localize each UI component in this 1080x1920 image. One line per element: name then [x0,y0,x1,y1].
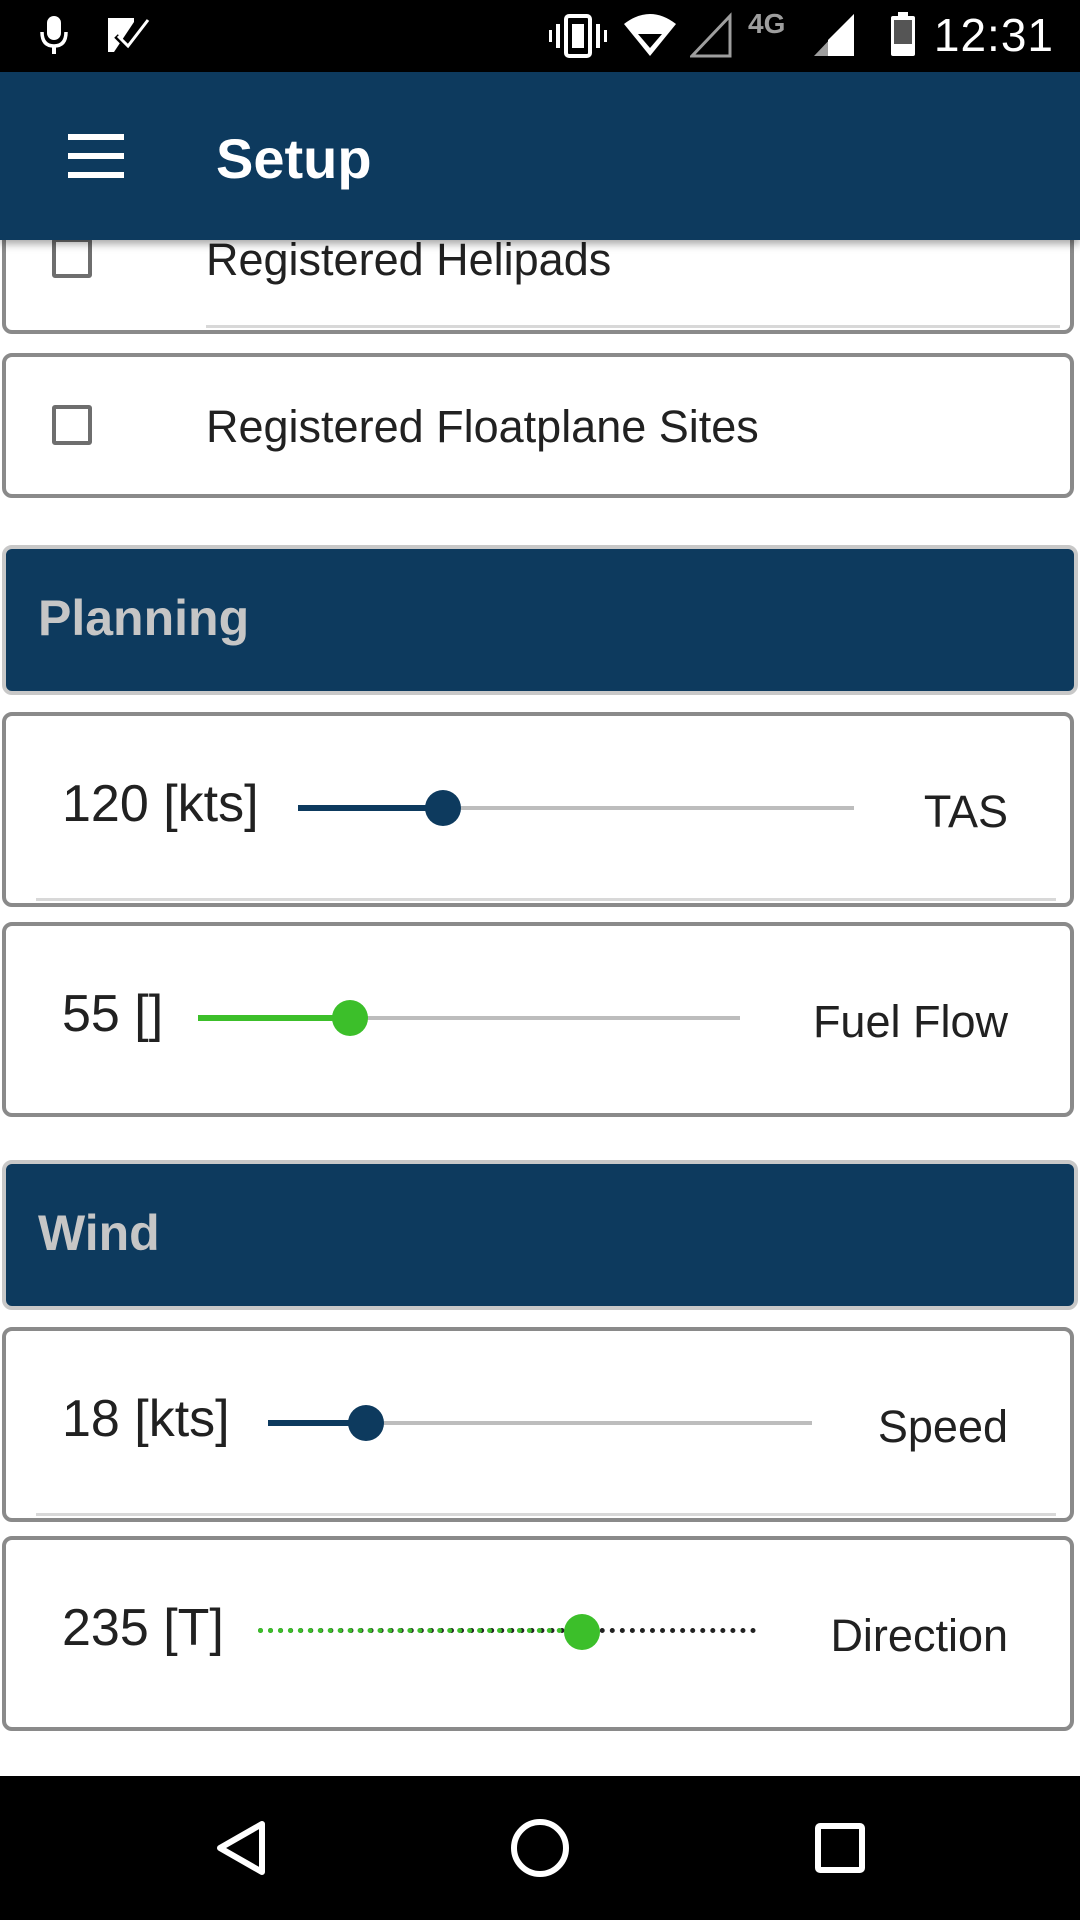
checkbox-card-helipads[interactable]: Registered Helipads [2,240,1074,334]
divider [36,898,1056,901]
settings-list[interactable]: Registered Helipads Registered Floatplan… [0,240,1080,1776]
divider [36,1513,1056,1516]
vibrate-icon [549,14,607,58]
signal-icon [814,14,854,56]
slider-name-wind-speed: Speed [877,1401,1008,1452]
slider-card-fuel-flow: 55 [] Fuel Flow [2,922,1074,1117]
navigation-bar [0,1776,1080,1920]
slider-fuel-flow[interactable] [198,998,740,1038]
status-bar: 4G 12:31 [0,0,1080,72]
app-bar: Setup [0,72,1080,240]
slider-value-wind-speed: 18 [kts] [62,1390,230,1448]
checkbox-card-floatplane[interactable]: Registered Floatplane Sites [2,353,1074,498]
battery-icon [891,12,915,56]
check-notification-icon [108,18,150,52]
slider-thumb[interactable] [563,1614,600,1650]
mic-icon [40,16,68,54]
checkbox-floatplane[interactable] [52,405,92,445]
slider-thumb[interactable] [347,1405,384,1441]
back-icon[interactable] [180,1776,300,1920]
slider-value-wind-direction: 235 [T] [62,1599,224,1657]
checkbox-label-helipads: Registered Helipads [206,240,612,285]
checkbox-helipads[interactable] [52,240,92,278]
section-header-planning: Planning [2,545,1078,695]
signal-empty-icon [690,12,732,58]
page-title: Setup [216,127,372,190]
slider-fill [298,805,443,811]
slider-thumb[interactable] [331,1000,368,1036]
slider-card-wind-speed: 18 [kts] Speed [2,1327,1074,1522]
section-title-planning: Planning [38,590,250,646]
slider-name-fuel-flow: Fuel Flow [812,996,1008,1047]
home-icon[interactable] [480,1776,600,1920]
slider-card-tas: 120 [kts] TAS [2,712,1074,907]
section-title-wind: Wind [38,1205,160,1261]
clock: 12:31 [933,9,1054,61]
slider-name-tas: TAS [923,786,1008,837]
slider-value-tas: 120 [kts] [62,775,259,833]
slider-card-wind-direction: 235 [T] Direction [2,1536,1074,1731]
slider-fill [258,1628,582,1633]
checkbox-label-floatplane: Registered Floatplane Sites [206,401,759,452]
network-type: 4G [748,8,786,39]
slider-wind-speed[interactable] [268,1403,812,1443]
slider-wind-direction[interactable] [258,1612,756,1652]
slider-fill [198,1015,350,1021]
slider-tas[interactable] [298,788,854,828]
divider [206,325,1060,328]
hamburger-menu-icon[interactable] [58,124,134,188]
recents-icon[interactable] [780,1776,900,1920]
slider-name-wind-direction: Direction [830,1610,1008,1661]
slider-value-fuel-flow: 55 [] [62,985,164,1043]
section-header-wind: Wind [2,1160,1078,1310]
slider-thumb[interactable] [424,790,461,826]
wifi-icon [624,14,676,56]
